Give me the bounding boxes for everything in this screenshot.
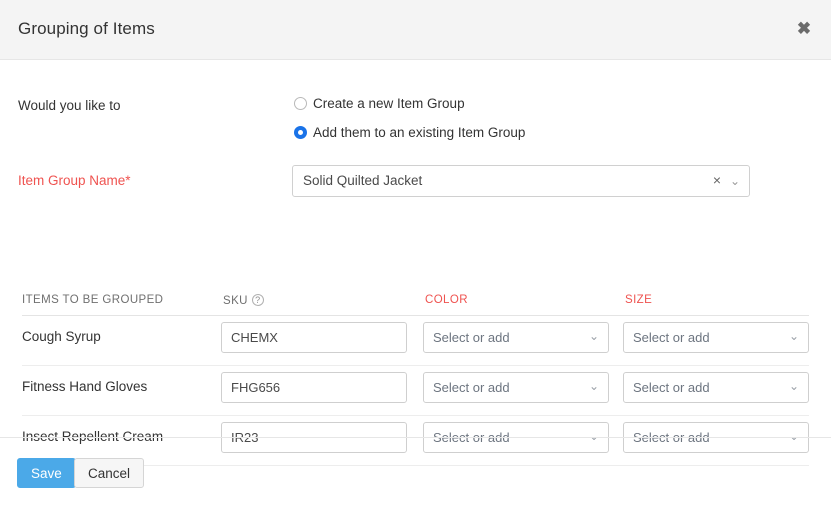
size-select-placeholder: Select or add — [633, 380, 710, 395]
radio-create-new-item-group[interactable]: Create a new Item Group — [294, 92, 525, 114]
column-header-sku-label: SKU — [223, 295, 248, 307]
color-select-placeholder: Select or add — [433, 330, 510, 345]
chevron-down-icon: ⌄ — [789, 379, 799, 393]
table-row: Fitness Hand Gloves Select or add ⌄ Sele… — [22, 366, 809, 416]
help-icon[interactable]: ? — [252, 294, 264, 306]
table-row: Cough Syrup Select or add ⌄ Select or ad… — [22, 316, 809, 366]
chevron-down-icon: ⌄ — [789, 329, 799, 343]
save-button[interactable]: Save — [17, 458, 76, 488]
clear-icon[interactable]: × — [713, 172, 721, 188]
dialog-body: Would you like to Create a new Item Grou… — [0, 60, 831, 437]
dialog-header: Grouping of Items ✖ — [0, 0, 831, 60]
sku-input[interactable] — [221, 322, 407, 353]
item-group-name-value: Solid Quilted Jacket — [303, 173, 422, 188]
page-title: Grouping of Items — [18, 19, 155, 39]
question-label: Would you like to — [18, 98, 121, 113]
radio-label-create-new: Create a new Item Group — [313, 96, 465, 111]
cancel-button[interactable]: Cancel — [74, 458, 144, 488]
column-header-size: SIZE — [625, 294, 652, 306]
dialog-footer: Save Cancel — [0, 437, 831, 505]
color-select[interactable]: Select or add ⌄ — [423, 372, 609, 403]
item-name: Fitness Hand Gloves — [22, 379, 147, 394]
column-header-items: ITEMS TO BE GROUPED — [22, 294, 163, 306]
size-select[interactable]: Select or add ⌄ — [623, 372, 809, 403]
radio-add-to-existing-item-group[interactable]: Add them to an existing Item Group — [294, 121, 525, 143]
item-group-name-label: Item Group Name* — [18, 173, 131, 188]
item-name: Cough Syrup — [22, 329, 101, 344]
grouping-of-items-dialog: Grouping of Items ✖ Would you like to Cr… — [0, 0, 831, 505]
chevron-down-icon[interactable]: ⌄ — [730, 174, 740, 188]
chevron-down-icon: ⌄ — [589, 329, 599, 343]
close-icon[interactable]: ✖ — [791, 16, 817, 42]
color-select-placeholder: Select or add — [433, 380, 510, 395]
grouping-choice-radio-group: Create a new Item Group Add them to an e… — [294, 92, 525, 150]
radio-icon-unchecked — [294, 97, 307, 110]
column-header-sku: SKU? — [223, 294, 264, 307]
radio-icon-checked — [294, 126, 307, 139]
color-select[interactable]: Select or add ⌄ — [423, 322, 609, 353]
size-select[interactable]: Select or add ⌄ — [623, 322, 809, 353]
size-select-placeholder: Select or add — [633, 330, 710, 345]
radio-label-add-existing: Add them to an existing Item Group — [313, 125, 525, 140]
sku-input[interactable] — [221, 372, 407, 403]
grid-header-row: ITEMS TO BE GROUPED SKU? COLOR SIZE — [22, 291, 809, 316]
chevron-down-icon: ⌄ — [589, 379, 599, 393]
column-header-color: COLOR — [425, 294, 468, 306]
item-group-name-select[interactable]: Solid Quilted Jacket × ⌄ — [292, 165, 750, 197]
